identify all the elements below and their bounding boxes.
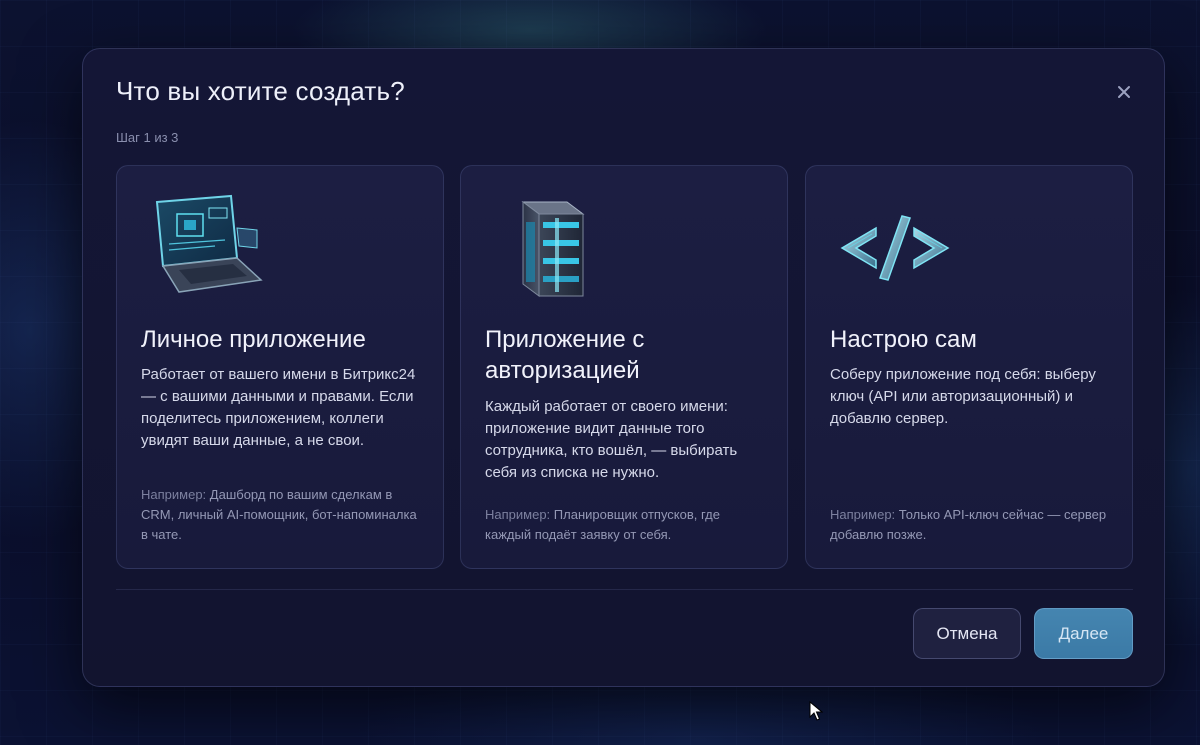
example-prefix: Например: [141, 487, 207, 502]
server-cube-icon [521, 201, 585, 297]
card-description: Каждый работает от своего имени: приложе… [485, 398, 738, 481]
card-title: Личное приложение [141, 326, 366, 353]
code-brackets-icon [840, 215, 950, 281]
card-description: Соберу приложение под себя: выберу ключ … [830, 366, 1096, 427]
mouse-pointer-icon [809, 701, 823, 721]
card-example: Например: Только API-ключ сейчас — серве… [830, 505, 1110, 545]
close-icon [1118, 86, 1130, 98]
card-title: Настрою сам [830, 326, 977, 353]
card-example: Например: Дашборд по вашим сделкам в CRM… [141, 485, 421, 545]
footer-divider [116, 589, 1133, 590]
option-card-personal-app[interactable]: Личное приложение Работает от вашего име… [116, 165, 444, 569]
create-app-dialog: Что вы хотите создать? Шаг 1 из 3 Личное… [82, 48, 1165, 687]
example-prefix: Например: [830, 507, 896, 522]
close-button[interactable] [1111, 79, 1137, 105]
card-title: Приложение с авторизацией [485, 326, 645, 384]
step-indicator: Шаг 1 из 3 [116, 130, 179, 145]
next-button[interactable]: Далее [1034, 608, 1133, 659]
laptop-icon [155, 194, 263, 293]
card-example: Например: Планировщик отпусков, где кажд… [485, 505, 765, 545]
example-prefix: Например: [485, 507, 551, 522]
cancel-button[interactable]: Отмена [913, 608, 1021, 659]
option-card-auth-app[interactable]: Приложение с авторизацией Каждый работае… [460, 165, 788, 569]
option-card-custom-setup[interactable]: Настрою сам Соберу приложение под себя: … [805, 165, 1133, 569]
dialog-title: Что вы хотите создать? [116, 76, 405, 106]
card-description: Работает от вашего имени в Битрикс24 — с… [141, 366, 416, 449]
